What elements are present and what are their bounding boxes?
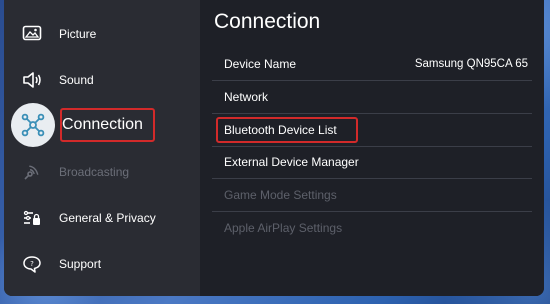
page-title: Connection [214, 10, 321, 33]
setting-label: Device Name [224, 57, 297, 71]
sidebar-item-connection[interactable]: Connection [4, 103, 200, 147]
setting-label: External Device Manager [224, 155, 359, 169]
sidebar-item-support[interactable]: ? Support [4, 242, 200, 286]
sidebar-item-label: Connection [62, 116, 143, 133]
setting-row-bluetooth-device-list[interactable]: Bluetooth Device List [212, 114, 532, 147]
sidebar-item-label: Picture [59, 27, 97, 41]
general-privacy-icon [17, 203, 47, 233]
sidebar-item-picture[interactable]: Picture [4, 12, 200, 56]
setting-row-network[interactable]: Network [212, 81, 532, 114]
connection-panel: Connection Device Name Samsung QN95CA 65… [200, 0, 544, 296]
sidebar-item-label: General & Privacy [59, 211, 156, 225]
setting-label: Bluetooth Device List [224, 123, 337, 137]
sidebar-item-label: Broadcasting [59, 165, 130, 179]
sidebar-item-label: Sound [59, 73, 94, 87]
setting-row-device-name[interactable]: Device Name Samsung QN95CA 65 [212, 48, 532, 81]
setting-row-game-mode-settings: Game Mode Settings [212, 179, 532, 212]
setting-label: Game Mode Settings [224, 188, 337, 202]
sidebar-item-general-privacy[interactable]: General & Privacy [4, 196, 200, 240]
sidebar-item-sound[interactable]: Sound [4, 58, 200, 102]
sound-icon [17, 65, 47, 95]
broadcasting-icon [17, 157, 47, 187]
setting-label: Apple AirPlay Settings [224, 221, 343, 235]
picture-icon [17, 19, 47, 49]
sidebar-item-label: Support [59, 257, 102, 271]
setting-row-external-device-manager[interactable]: External Device Manager [212, 146, 532, 179]
setting-row-apple-airplay-settings: Apple AirPlay Settings [212, 212, 532, 244]
sidebar-item-broadcasting: Broadcasting [4, 150, 200, 194]
setting-label: Network [224, 90, 269, 104]
svg-text:?: ? [30, 260, 34, 268]
settings-sidebar: Picture Sound Connection Broadcasting Ge… [4, 0, 200, 296]
settings-panel: Picture Sound Connection Broadcasting Ge… [4, 0, 544, 296]
connection-icon [11, 103, 55, 147]
support-icon: ? [17, 249, 47, 279]
setting-value: Samsung QN95CA 65 [414, 58, 528, 70]
